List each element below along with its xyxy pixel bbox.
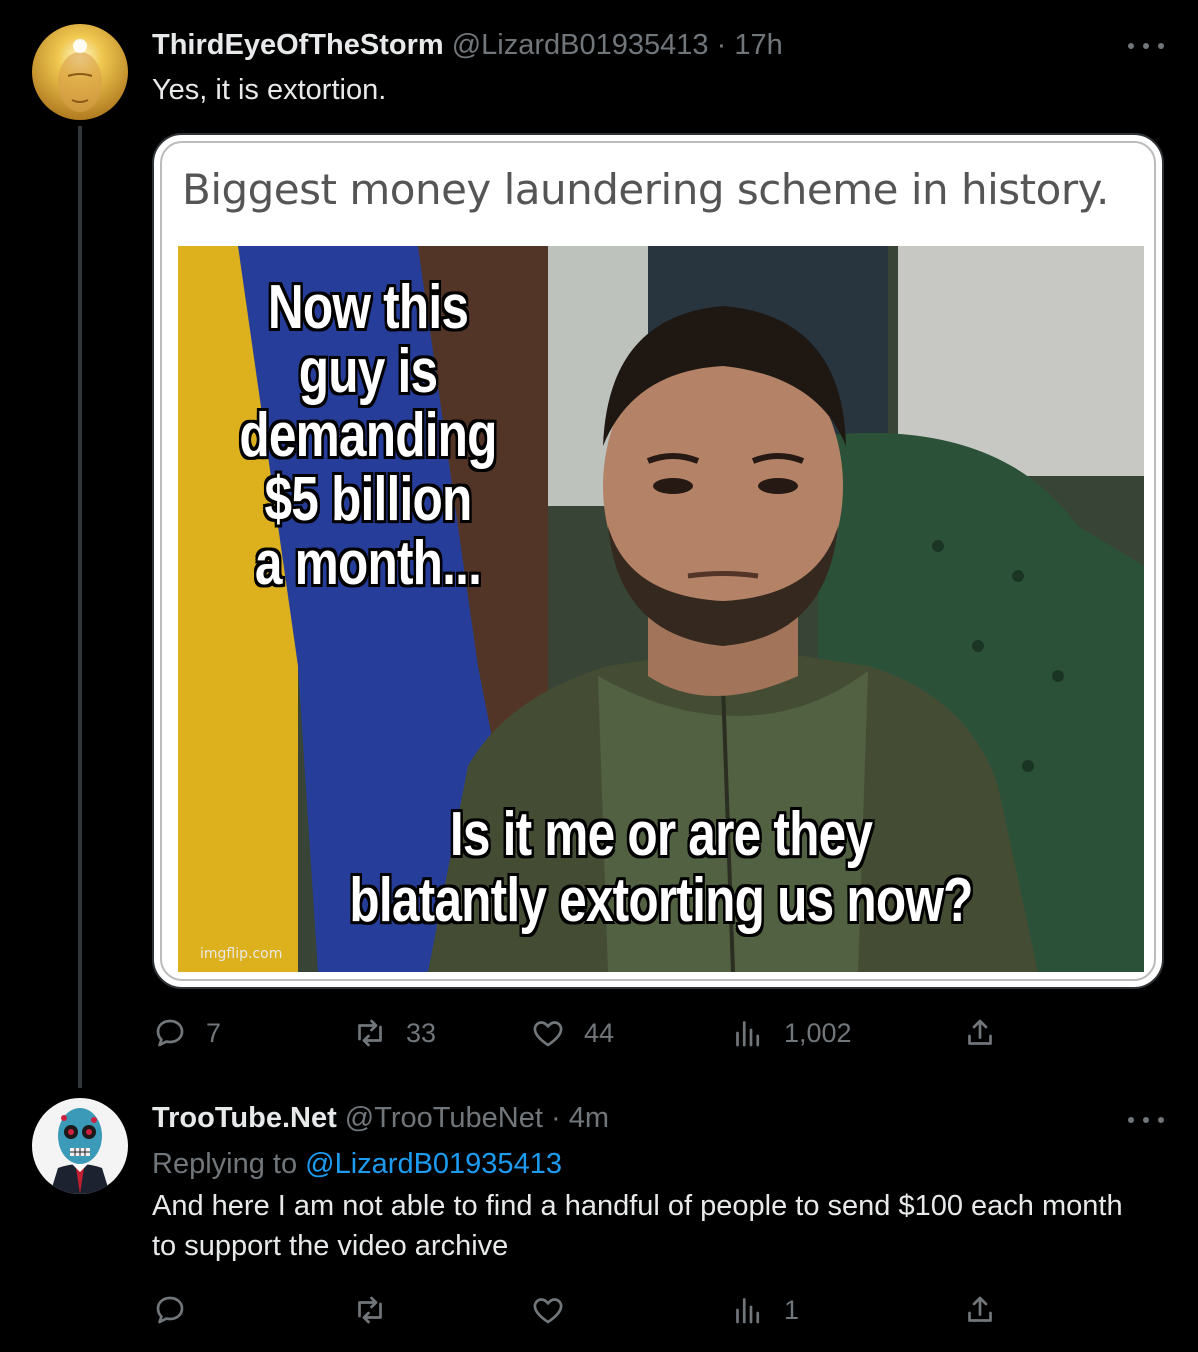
caption-line: Now this: [267, 273, 469, 342]
timestamp[interactable]: 17h: [734, 29, 782, 61]
like-count: 44: [584, 1017, 615, 1048]
caption-line: demanding: [239, 401, 497, 470]
reply-icon: [156, 1296, 184, 1324]
reply-icon: [156, 1019, 184, 1047]
meme-title: Biggest money laundering scheme in histo…: [182, 165, 1109, 214]
caption-line: Is it me or are they: [449, 800, 873, 869]
view-count: 1: [784, 1294, 800, 1325]
caption-line: guy is: [298, 337, 438, 406]
tweet[interactable]: ThirdEyeOfTheStorm @LizardB01935413 · 17…: [0, 0, 1198, 1078]
meme-card: Biggest money laundering scheme in histo…: [160, 141, 1156, 981]
tweet-header: TrooTube.Net @TrooTubeNet · 4m: [152, 1100, 609, 1136]
author-name[interactable]: ThirdEyeOfTheStorm: [152, 29, 444, 61]
author-handle[interactable]: @LizardB01935413: [452, 29, 709, 61]
retweet-count: 33: [406, 1017, 437, 1048]
views-button[interactable]: 1,002: [730, 1013, 852, 1053]
tweet-actions: 1: [152, 1290, 1012, 1330]
more-icon[interactable]: [1128, 1110, 1164, 1130]
meme-caption-top: Now this guy is demanding $5 billion a m…: [204, 276, 532, 596]
views-button[interactable]: 1: [730, 1290, 799, 1330]
mention-link[interactable]: @LizardB01935413: [305, 1148, 562, 1180]
caption-line: a month...: [254, 529, 482, 598]
share-icon: [968, 1296, 992, 1322]
retweet-icon: [358, 1296, 382, 1324]
views-icon: [736, 1021, 760, 1047]
views-icon: [736, 1298, 760, 1324]
caption-line: blatantly extorting us now?: [349, 866, 973, 935]
like-button[interactable]: [530, 1290, 584, 1330]
share-button[interactable]: [962, 1013, 998, 1053]
tweet-text: And here I am not able to find a handful…: [152, 1190, 1123, 1262]
tweet[interactable]: TrooTube.Net @TrooTubeNet · 4m Replying …: [0, 1078, 1198, 1352]
reply-count: 7: [206, 1017, 222, 1048]
reply-button[interactable]: [152, 1290, 206, 1330]
author-name[interactable]: TrooTube.Net: [152, 1102, 337, 1134]
tweet-media[interactable]: Biggest money laundering scheme in histo…: [152, 133, 1164, 989]
separator-dot: ·: [716, 29, 727, 61]
share-button[interactable]: [962, 1290, 998, 1330]
retweet-icon: [358, 1019, 382, 1047]
share-icon: [968, 1019, 992, 1045]
replying-to: Replying to @LizardB01935413: [152, 1144, 562, 1184]
meme-image: Now this guy is demanding $5 billion a m…: [178, 246, 1144, 972]
avatar[interactable]: [32, 24, 128, 120]
reply-button[interactable]: 7: [152, 1013, 221, 1053]
meme-caption-bottom: Is it me or are they blatantly extorting…: [275, 802, 1048, 934]
like-button[interactable]: 44: [530, 1013, 614, 1053]
view-count: 1,002: [784, 1017, 852, 1048]
more-icon[interactable]: [1128, 36, 1164, 56]
avatar[interactable]: [32, 1098, 128, 1194]
replying-to-label: Replying to: [152, 1148, 298, 1180]
timestamp[interactable]: 4m: [569, 1102, 609, 1134]
author-handle[interactable]: @TrooTubeNet: [345, 1102, 543, 1134]
imgflip-watermark: imgflip.com: [200, 946, 283, 962]
caption-line: $5 billion: [264, 465, 473, 534]
tweet-actions: 7 33 44 1,002: [152, 1013, 1012, 1053]
retweet-button[interactable]: [352, 1290, 406, 1330]
retweet-button[interactable]: 33: [352, 1013, 436, 1053]
like-icon: [533, 1021, 563, 1047]
tweet-text: Yes, it is extortion.: [152, 74, 387, 106]
tweet-header: ThirdEyeOfTheStorm @LizardB01935413 · 17…: [152, 27, 783, 63]
separator-dot: ·: [551, 1102, 561, 1134]
like-icon: [533, 1298, 563, 1324]
